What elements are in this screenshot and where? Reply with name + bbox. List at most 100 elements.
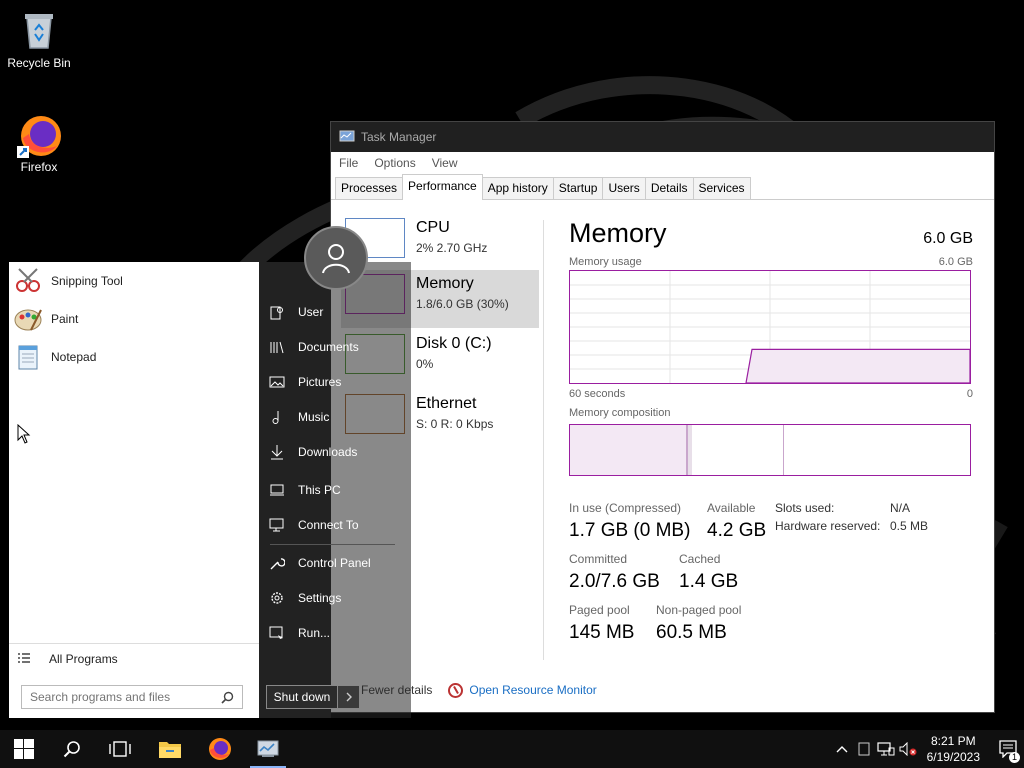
resource-name: Disk 0 (C:)	[416, 335, 492, 352]
show-hidden-icons-button[interactable]	[831, 730, 853, 768]
wrench-icon	[268, 554, 286, 572]
computer-icon	[268, 481, 286, 499]
graph-time-right: 0	[966, 388, 973, 400]
place-downloads[interactable]: Downloads	[268, 439, 357, 465]
non-paged-pool-value: 60.5 MB	[656, 622, 727, 643]
tab-services[interactable]: Services	[692, 177, 751, 199]
shutdown-button[interactable]: Shut down	[266, 685, 338, 709]
search-icon	[63, 741, 80, 758]
tab-performance[interactable]: Performance	[402, 174, 483, 200]
system-tray: 8:21 PM 6/19/2023 1	[831, 730, 1024, 768]
volume-button[interactable]	[897, 730, 919, 768]
firefox-icon	[209, 738, 231, 760]
recycle-bin-icon	[17, 8, 61, 52]
network-icon	[877, 742, 895, 756]
place-settings[interactable]: Settings	[268, 585, 341, 611]
resource-name: Memory	[416, 275, 474, 292]
taskbar-task-manager[interactable]	[244, 730, 292, 768]
search-button[interactable]	[48, 730, 96, 768]
start-menu-programs-panel: Snipping Tool Paint Notepad All Programs	[9, 262, 259, 718]
notification-count: 1	[1009, 752, 1020, 763]
desktop-icon-recycle-bin[interactable]: Recycle Bin	[1, 8, 77, 70]
all-programs-button[interactable]: All Programs	[9, 643, 259, 673]
available-value: 4.2 GB	[707, 520, 767, 541]
menu-options[interactable]: Options	[374, 156, 415, 170]
program-snipping-tool[interactable]: Snipping Tool	[13, 263, 123, 299]
user-avatar[interactable]	[304, 226, 368, 290]
in-use-value: 1.7 GB (0 MB)	[569, 520, 691, 541]
memory-usage-graph	[569, 270, 971, 384]
tab-startup[interactable]: Startup	[552, 177, 604, 199]
windows-logo-icon	[14, 739, 34, 759]
user-folder-icon	[268, 303, 286, 321]
place-music[interactable]: Music	[268, 404, 329, 430]
place-documents[interactable]: Documents	[268, 334, 359, 360]
place-connect-to[interactable]: Connect To	[268, 512, 359, 538]
chevron-right-icon	[346, 692, 352, 702]
task-manager-window: Task Manager File Options View Processes…	[330, 121, 995, 713]
composition-free	[784, 425, 970, 475]
music-icon	[268, 408, 286, 426]
paged-pool-value: 145 MB	[569, 622, 635, 643]
tab-processes[interactable]: Processes	[335, 177, 404, 199]
pictures-icon	[268, 373, 286, 391]
menu-bar: File Options View	[331, 152, 994, 174]
graph-time-left: 60 seconds	[569, 388, 626, 400]
resource-name: CPU	[416, 219, 450, 236]
network-status-button[interactable]	[875, 730, 897, 768]
resource-name: Ethernet	[416, 395, 477, 412]
start-search-input[interactable]	[30, 690, 210, 704]
composition-standby	[692, 425, 784, 475]
task-manager-icon	[339, 130, 355, 142]
tray-app-icon[interactable]	[853, 730, 875, 768]
device-icon	[858, 742, 870, 756]
program-notepad[interactable]: Notepad	[13, 339, 96, 375]
documents-icon	[268, 338, 286, 356]
resource-value: S: 0 R: 0 Kbps	[416, 417, 494, 431]
hardware-reserved-label: Hardware reserved:	[775, 519, 881, 533]
clock[interactable]: 8:21 PM 6/19/2023	[927, 733, 980, 765]
action-center-button[interactable]: 1	[994, 730, 1024, 768]
file-explorer-icon	[159, 742, 181, 758]
place-this-pc[interactable]: This PC	[268, 477, 341, 503]
window-title: Task Manager	[361, 130, 437, 144]
start-button[interactable]	[0, 730, 48, 768]
memory-usage-area	[745, 348, 971, 384]
clock-time: 8:21 PM	[930, 734, 976, 748]
available-label: Available	[707, 501, 756, 515]
open-resource-monitor-link[interactable]: Open Resource Monitor	[448, 682, 597, 698]
taskbar-firefox[interactable]	[196, 730, 244, 768]
firefox-icon	[17, 112, 61, 158]
mouse-cursor	[17, 423, 31, 447]
slots-used-label: Slots used:	[775, 501, 835, 515]
in-use-label: In use (Compressed)	[569, 501, 682, 515]
task-manager-icon	[257, 740, 279, 757]
title-bar[interactable]: Task Manager	[331, 122, 994, 152]
download-icon	[268, 443, 286, 461]
tab-users[interactable]: Users	[602, 177, 646, 199]
tab-app-history[interactable]: App history	[481, 177, 554, 199]
shutdown-options-arrow[interactable]	[338, 685, 360, 709]
place-pictures[interactable]: Pictures	[268, 369, 341, 395]
chevron-up-icon	[836, 746, 848, 753]
start-search-box[interactable]	[21, 685, 243, 709]
resource-value: 2% 2.70 GHz	[416, 241, 488, 255]
menu-view[interactable]: View	[432, 156, 458, 170]
notepad-icon	[18, 345, 38, 370]
cached-value: 1.4 GB	[679, 571, 739, 592]
taskbar-file-explorer[interactable]	[146, 730, 194, 768]
resource-monitor-label: Open Resource Monitor	[469, 683, 597, 697]
taskbar: 8:21 PM 6/19/2023 1	[0, 730, 1024, 768]
tab-details[interactable]: Details	[644, 177, 694, 199]
desktop-icon-firefox[interactable]: Firefox	[1, 112, 77, 174]
memory-usage-plot	[570, 271, 971, 384]
place-control-panel[interactable]: Control Panel	[268, 550, 371, 576]
resource-monitor-icon	[448, 682, 464, 698]
task-view-button[interactable]	[96, 730, 144, 768]
program-paint[interactable]: Paint	[13, 301, 78, 337]
tab-bar: Processes Performance App history Startu…	[331, 174, 994, 200]
place-user[interactable]: User	[268, 299, 323, 325]
menu-file[interactable]: File	[339, 156, 358, 170]
place-run[interactable]: Run...	[268, 620, 330, 646]
non-paged-pool-label: Non-paged pool	[656, 603, 742, 617]
